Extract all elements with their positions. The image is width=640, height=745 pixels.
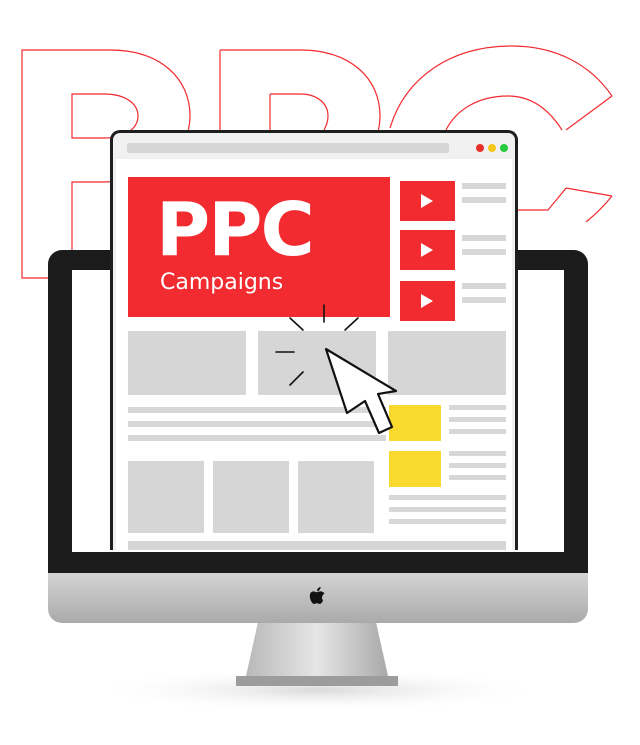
mouse-pointer-icon (275, 304, 398, 435)
ppc-illustration: PPC Campaigns (0, 0, 640, 745)
